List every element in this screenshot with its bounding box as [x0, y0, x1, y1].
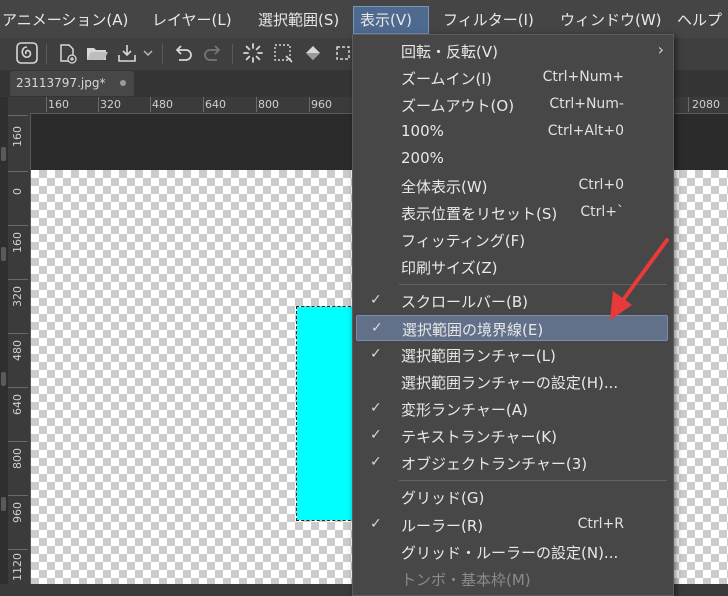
undo-icon[interactable]	[170, 40, 196, 66]
fill-icon[interactable]	[300, 40, 326, 66]
check-icon: ✓	[370, 427, 382, 443]
ruler-left-label: 160	[11, 232, 24, 253]
dropdown-chevron-icon[interactable]	[140, 40, 156, 66]
check-icon: ✓	[370, 292, 382, 308]
menu-item-zoom-out[interactable]: ズームアウト(O) Ctrl+Num-	[356, 92, 668, 118]
save-export-icon[interactable]	[114, 40, 140, 66]
ruler-top-label: 480	[152, 98, 173, 111]
check-icon: ✓	[370, 454, 382, 470]
submenu-arrow-icon: ›	[657, 40, 664, 59]
view-menu-dropdown: 回転・反転(V) › ズームイン(I) Ctrl+Num+ ズームアウト(O) …	[352, 34, 674, 596]
menu-separator	[399, 480, 667, 481]
menu-item-reset-position[interactable]: 表示位置をリセット(S) Ctrl+`	[356, 200, 668, 226]
menu-item-fitting[interactable]: フィッティング(F)	[356, 227, 668, 253]
ruler-corner	[8, 97, 31, 114]
ruler-left-label: 1120	[11, 553, 24, 581]
check-icon: ✓	[370, 516, 382, 532]
menu-item-100[interactable]: 100% Ctrl+Alt+0	[356, 119, 668, 145]
menu-item-rotate-flip[interactable]: 回転・反転(V) ›	[356, 38, 668, 64]
document-tab-title: 23113797.jpg*	[16, 76, 106, 90]
check-icon: ✓	[370, 400, 382, 416]
menu-item-object-launcher[interactable]: ✓ オブジェクトランチャー(3)	[356, 450, 668, 476]
left-panel-strip	[0, 97, 8, 584]
menubar: アニメーション(A) レイヤー(L) 選択範囲(S) 表示(V) フィルター(I…	[0, 0, 728, 38]
menu-item-grid[interactable]: グリッド(G)	[356, 484, 668, 510]
ruler-left-label: 320	[11, 286, 24, 307]
menu-item-grid-ruler-settings[interactable]: グリッド・ルーラーの設定(N)...	[356, 539, 668, 565]
ruler-left-label: 960	[11, 502, 24, 523]
menu-item-selection-border[interactable]: ✓ 選択範囲の境界線(E)	[356, 315, 668, 341]
menu-item-ruler[interactable]: ✓ ルーラー(R) Ctrl+R	[356, 512, 668, 538]
new-file-icon[interactable]	[54, 40, 80, 66]
open-folder-icon[interactable]	[84, 40, 110, 66]
unsaved-dot-icon[interactable]	[120, 80, 126, 86]
app-logo-icon[interactable]	[14, 40, 40, 66]
menu-item-fit-all[interactable]: 全体表示(W) Ctrl+0	[356, 173, 668, 199]
ruler-top-label: 960	[311, 98, 332, 111]
menu-item-zoom-in[interactable]: ズームイン(I) Ctrl+Num+	[356, 65, 668, 91]
ruler-top-label: 320	[100, 98, 121, 111]
menu-help[interactable]: ヘルプ	[671, 6, 728, 34]
ruler-top-label: 160	[48, 98, 69, 111]
ruler-left-label: 0	[11, 188, 24, 195]
menu-item-selection-launcher-settings[interactable]: 選択範囲ランチャーの設定(H)...	[356, 369, 668, 395]
ruler-top-label: 640	[205, 98, 226, 111]
menu-layer[interactable]: レイヤー(L)	[146, 6, 238, 34]
check-icon: ✓	[371, 320, 383, 336]
menu-animation[interactable]: アニメーション(A)	[0, 6, 134, 34]
ruler-left-label: 480	[11, 340, 24, 361]
canvas-cyan-shape[interactable]	[296, 306, 356, 521]
menu-item-200[interactable]: 200%	[356, 146, 668, 172]
menu-item-text-launcher[interactable]: ✓ テキストランチャー(K)	[356, 423, 668, 449]
menu-item-transform-launcher[interactable]: ✓ 変形ランチャー(A)	[356, 396, 668, 422]
check-icon: ✓	[370, 346, 382, 362]
loading-spinner-icon[interactable]	[240, 40, 266, 66]
ruler-left-label: 800	[11, 448, 24, 469]
menu-selection[interactable]: 選択範囲(S)	[252, 6, 345, 34]
ruler-left-label: 640	[11, 394, 24, 415]
ruler-top-label: 800	[258, 98, 279, 111]
ruler-left-label: 160	[11, 126, 24, 147]
menu-item-print-size[interactable]: 印刷サイズ(Z)	[356, 254, 668, 280]
ruler-vertical[interactable]: 160 0 160 320 480 640 800 960 1120	[8, 113, 31, 584]
menu-window[interactable]: ウィンドウ(W)	[554, 6, 668, 34]
menu-item-selection-launcher[interactable]: ✓ 選択範囲ランチャー(L)	[356, 342, 668, 368]
menu-item-crop-marks[interactable]: トンボ・基本枠(M)	[356, 566, 668, 592]
ruler-top-label: 2080	[692, 98, 720, 111]
menu-filter[interactable]: フィルター(I)	[437, 6, 540, 34]
redo-icon[interactable]	[200, 40, 226, 66]
selection-dashed-icon[interactable]	[270, 40, 296, 66]
document-tab[interactable]: 23113797.jpg*	[10, 71, 134, 96]
menu-separator	[399, 284, 667, 285]
menu-view[interactable]: 表示(V)	[353, 6, 429, 34]
menu-item-scrollbar[interactable]: ✓ スクロールバー(B)	[356, 288, 668, 314]
